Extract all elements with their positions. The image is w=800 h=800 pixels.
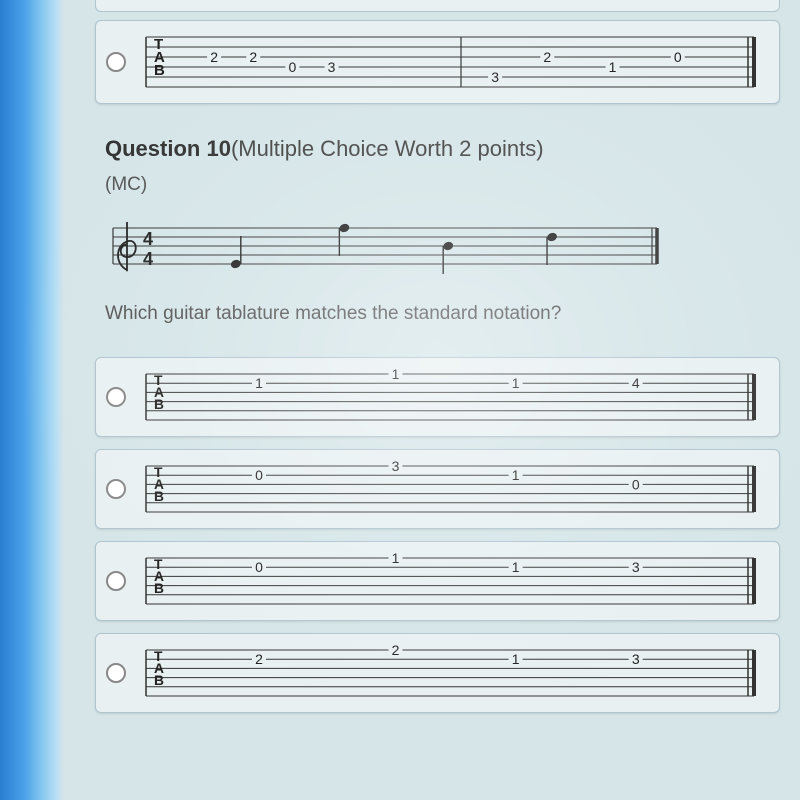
svg-text:4: 4 [143,249,153,269]
svg-text:1: 1 [512,651,520,667]
radio-option-a[interactable] [106,387,126,407]
option-d[interactable]: TAB2213 [95,633,780,713]
radio-prev-option[interactable] [106,52,126,72]
option-b[interactable]: TAB0310 [95,449,780,529]
previous-card-bottom-edge [95,0,780,12]
svg-text:1: 1 [392,552,400,566]
option-a[interactable]: TAB1114 [95,357,780,437]
svg-text:2: 2 [255,651,263,667]
svg-text:0: 0 [674,49,682,65]
svg-text:B: B [154,489,164,504]
question-prompt: Which guitar tablature matches the stand… [105,303,770,325]
svg-text:4: 4 [143,229,153,249]
tab-option-d: TAB2213 [140,644,767,702]
svg-text:2: 2 [249,49,257,65]
svg-text:0: 0 [255,559,263,575]
tab-prev: TAB22033210 [140,31,767,93]
question-mc-tag: (MC) [105,174,770,196]
svg-text:1: 1 [512,375,520,391]
svg-text:4: 4 [632,375,640,391]
svg-text:B: B [154,397,164,412]
question-label-prefix: Question [105,136,206,161]
svg-text:B: B [154,62,165,79]
radio-option-c[interactable] [106,571,126,591]
svg-text:0: 0 [632,476,640,492]
tab-option-a: TAB1114 [140,368,767,426]
svg-text:B: B [154,673,164,688]
svg-text:1: 1 [255,375,263,391]
radio-option-d[interactable] [106,663,126,683]
tab-option-b: TAB0310 [140,460,767,518]
prev-question-option[interactable]: TAB22033210 [95,20,780,104]
svg-text:B: B [154,581,164,596]
svg-text:3: 3 [632,651,640,667]
svg-text:2: 2 [210,49,218,65]
svg-text:1: 1 [512,559,520,575]
svg-text:2: 2 [392,644,400,658]
question-block: Question 10(Multiple Choice Worth 2 poin… [70,116,790,349]
svg-text:2: 2 [543,49,551,65]
svg-text:3: 3 [392,460,400,474]
question-title: Question 10(Multiple Choice Worth 2 poin… [105,136,770,162]
svg-text:1: 1 [609,59,617,75]
staff-notation: 44 [105,214,770,289]
svg-text:1: 1 [392,368,400,382]
svg-text:1: 1 [512,467,520,483]
svg-text:3: 3 [491,69,499,85]
svg-text:0: 0 [289,59,297,75]
svg-text:0: 0 [255,467,263,483]
option-c[interactable]: TAB0113 [95,541,780,621]
radio-option-b[interactable] [106,479,126,499]
question-label-suffix: (Multiple Choice Worth 2 points) [231,136,544,161]
tab-option-c: TAB0113 [140,552,767,610]
svg-text:3: 3 [632,559,640,575]
svg-text:3: 3 [328,59,336,75]
question-number: 10 [206,136,230,161]
